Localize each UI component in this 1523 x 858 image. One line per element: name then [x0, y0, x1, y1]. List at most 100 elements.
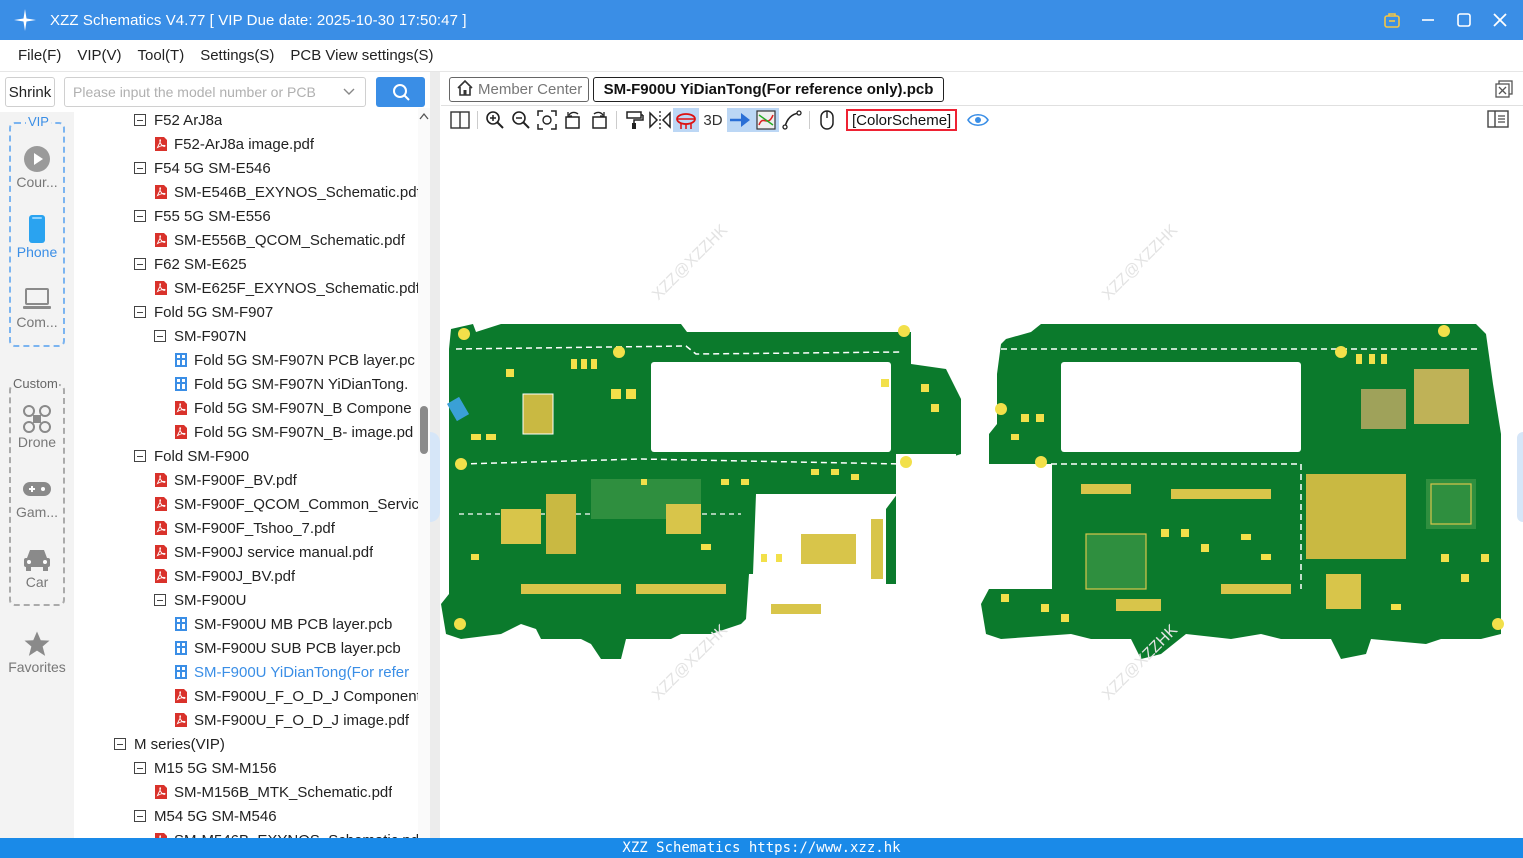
search-combobox[interactable]: [64, 77, 366, 107]
pcb-board-drawing[interactable]: [441, 134, 1523, 838]
collapse-toggle-icon[interactable]: [134, 114, 146, 126]
eye-icon[interactable]: [965, 108, 991, 132]
tree-file[interactable]: SM-F900U SUB PCB layer.pcb: [174, 636, 401, 660]
tree-file[interactable]: SM-E625F_EXYNOS_Schematic.pdf: [154, 276, 418, 300]
category-game[interactable]: Gam...: [0, 474, 74, 520]
tree-file[interactable]: SM-F900U_F_O_D_J image.pdf: [174, 708, 409, 732]
pointer-arrow-icon[interactable]: [727, 108, 753, 132]
right-pcb-board[interactable]: [981, 324, 1504, 659]
category-favorites[interactable]: Favorites: [0, 629, 74, 675]
search-input[interactable]: [73, 84, 335, 100]
category-phone[interactable]: Phone: [0, 214, 74, 260]
left-pcb-board[interactable]: [441, 324, 961, 659]
close-button[interactable]: [1489, 9, 1511, 31]
collapse-toggle-icon[interactable]: [154, 330, 166, 342]
collapse-toggle-icon[interactable]: [134, 162, 146, 174]
rotate-left-icon[interactable]: [560, 108, 586, 132]
tree-file[interactable]: SM-F900U MB PCB layer.pcb: [174, 612, 392, 636]
chevron-down-icon[interactable]: [343, 85, 355, 100]
tree-folder[interactable]: F54 5G SM-E546: [134, 156, 271, 180]
color-scheme-button[interactable]: [ColorScheme]: [846, 109, 958, 131]
category-computer[interactable]: Com...: [0, 284, 74, 330]
menu-file[interactable]: File(F): [10, 47, 69, 64]
collapse-toggle-icon[interactable]: [134, 306, 146, 318]
tree-item-label: SM-F900J service manual.pdf: [174, 543, 374, 561]
tree-folder[interactable]: M15 5G SM-M156: [134, 756, 277, 780]
toolbar-separator: [477, 111, 478, 129]
tree-file[interactable]: SM-F900U_F_O_D_J Component: [174, 684, 418, 708]
pdf-file-icon: [154, 184, 168, 200]
collapse-toggle-icon[interactable]: [134, 210, 146, 222]
net-highlight-icon[interactable]: [753, 108, 779, 132]
search-button[interactable]: [376, 77, 425, 107]
close-tabs-icon[interactable]: [1495, 80, 1513, 98]
collapse-toggle-icon[interactable]: [134, 258, 146, 270]
tree-scrollbar[interactable]: [418, 108, 430, 838]
paint-brush-icon[interactable]: [621, 108, 647, 132]
side-panel-toggle-icon[interactable]: [1487, 110, 1509, 131]
tree-file[interactable]: SM-E556B_QCOM_Schematic.pdf: [154, 228, 405, 252]
tree-file[interactable]: Fold 5G SM-F907N PCB layer.pc: [174, 348, 415, 372]
tab-member-center[interactable]: Member Center: [449, 77, 589, 102]
menu-settings[interactable]: Settings(S): [192, 47, 282, 64]
scroll-thumb[interactable]: [420, 406, 428, 454]
tab-label: Member Center: [478, 81, 583, 98]
collapse-toggle-icon[interactable]: [134, 450, 146, 462]
category-drone[interactable]: Drone: [0, 404, 74, 450]
3d-view-button[interactable]: 3D: [699, 108, 727, 132]
mirror-flip-icon[interactable]: [647, 108, 673, 132]
tree-file[interactable]: SM-M546B_EXYNOS_Schematic.pdf: [154, 828, 418, 838]
tree-folder[interactable]: F52 ArJ8a: [134, 108, 222, 132]
minimize-button[interactable]: [1417, 9, 1439, 31]
collapse-handle[interactable]: [430, 432, 440, 522]
menu-pcb-view-settings[interactable]: PCB View settings(S): [282, 47, 441, 64]
tree-file[interactable]: SM-F900J_BV.pdf: [154, 564, 295, 588]
tree-file[interactable]: SM-F900J service manual.pdf: [154, 540, 373, 564]
zoom-out-icon[interactable]: [508, 108, 534, 132]
tab-document[interactable]: SM-F900U YiDianTong(For reference only).…: [593, 77, 944, 102]
tree-folder[interactable]: F55 5G SM-E556: [134, 204, 271, 228]
tree-file[interactable]: F52-ArJ8a image.pdf: [154, 132, 314, 156]
collapse-toggle-icon[interactable]: [134, 762, 146, 774]
split-view-icon[interactable]: [447, 108, 473, 132]
vip-bag-icon[interactable]: [1381, 9, 1403, 31]
fit-view-icon[interactable]: [534, 108, 560, 132]
shrink-button[interactable]: Shrink: [5, 77, 55, 107]
menu-tool[interactable]: Tool(T): [130, 47, 193, 64]
tree-file[interactable]: SM-M156B_MTK_Schematic.pdf: [154, 780, 392, 804]
menu-vip[interactable]: VIP(V): [69, 47, 129, 64]
tree-folder[interactable]: Fold 5G SM-F907: [134, 300, 273, 324]
tree-item-label: SM-M156B_MTK_Schematic.pdf: [174, 783, 393, 801]
zoom-in-icon[interactable]: [482, 108, 508, 132]
drone-icon: [0, 404, 74, 434]
category-car[interactable]: Car: [0, 544, 74, 590]
category-courses[interactable]: Cour...: [0, 144, 74, 190]
scroll-up-icon[interactable]: [418, 112, 430, 123]
mouse-icon[interactable]: [814, 108, 840, 132]
tree-folder[interactable]: Fold SM-F900: [134, 444, 249, 468]
rotate-right-icon[interactable]: [586, 108, 612, 132]
right-collapse-handle[interactable]: [1517, 432, 1523, 522]
tree-folder[interactable]: F62 SM-E625: [134, 252, 247, 276]
tree-item-label: F52 ArJ8a: [154, 111, 223, 129]
tree-folder[interactable]: M54 5G SM-M546: [134, 804, 277, 828]
tree-folder[interactable]: SM-F900U: [154, 588, 247, 612]
tree-file[interactable]: SM-F900F_Tshoo_7.pdf: [154, 516, 335, 540]
status-bar: XZZ Schematics https://www.xzz.hk: [0, 838, 1523, 858]
tree-file[interactable]: SM-E546B_EXYNOS_Schematic.pdf: [154, 180, 418, 204]
measure-curve-icon[interactable]: [779, 108, 805, 132]
tree-file[interactable]: SM-F900U YiDianTong(For refer: [174, 660, 409, 684]
tree-file[interactable]: Fold 5G SM-F907N YiDianTong.: [174, 372, 408, 396]
collapse-toggle-icon[interactable]: [154, 594, 166, 606]
pcb-canvas[interactable]: XZZ@XZZHK XZZ@XZZHK XZZ@XZZHK XZZ@XZZHK: [441, 134, 1523, 838]
tree-folder[interactable]: SM-F907N: [154, 324, 247, 348]
tree-file[interactable]: Fold 5G SM-F907N_B- image.pd: [174, 420, 413, 444]
tree-file[interactable]: SM-F900F_QCOM_Common_Servic: [154, 492, 418, 516]
tree-folder[interactable]: M series(VIP): [114, 732, 225, 756]
maximize-button[interactable]: [1453, 9, 1475, 31]
tree-file[interactable]: Fold 5G SM-F907N_B Compone: [174, 396, 412, 420]
tree-file[interactable]: SM-F900F_BV.pdf: [154, 468, 297, 492]
collapse-toggle-icon[interactable]: [114, 738, 126, 750]
board-side-icon[interactable]: [673, 108, 699, 132]
collapse-toggle-icon[interactable]: [134, 810, 146, 822]
